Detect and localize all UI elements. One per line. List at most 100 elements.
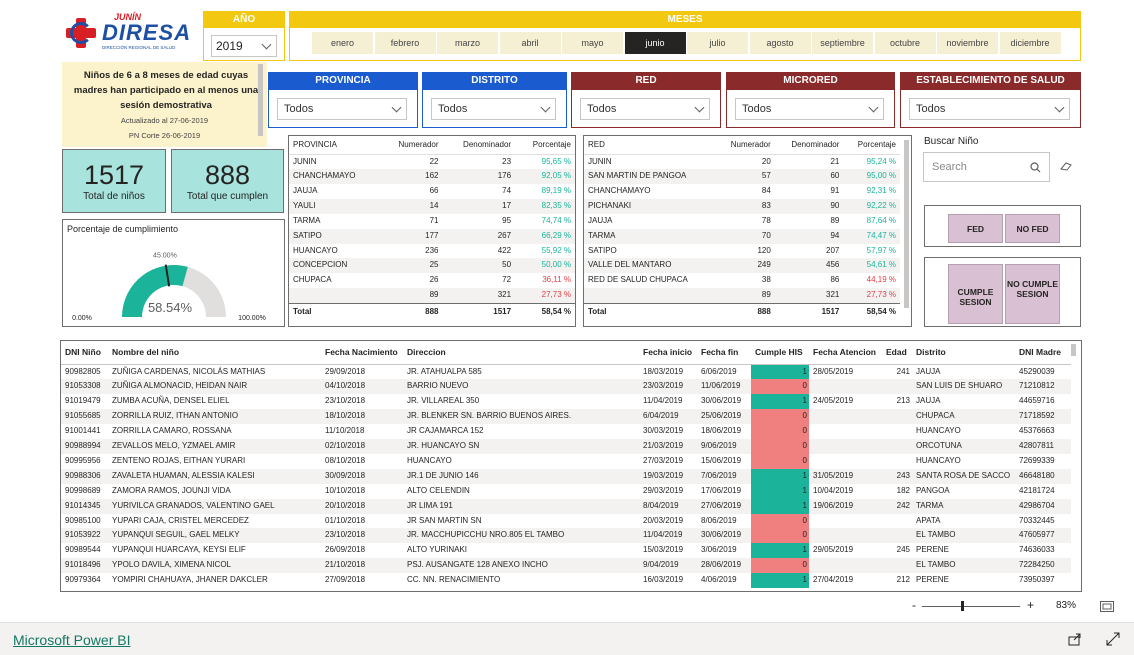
powerbi-link[interactable]: Microsoft Power BI xyxy=(13,632,130,648)
zoom-slider-track[interactable] xyxy=(922,606,1020,607)
detail-row[interactable]: 90995956 ZENTENO ROJAS, EITHAN YURARI 08/1… xyxy=(61,453,1071,469)
detail-cell: CHUPACA xyxy=(912,409,1015,425)
red-table-header-cell[interactable]: Denominador xyxy=(774,136,844,155)
red-table-row[interactable]: JAUJA 78 89 87,64 % xyxy=(584,214,900,229)
red-table-row[interactable]: SATIPO 120 207 57,97 % xyxy=(584,244,900,259)
detail-cell xyxy=(882,454,912,469)
provincia-table-cell: 66 xyxy=(429,186,439,196)
detail-row[interactable]: 91053308 ZUÑIGA ALMONACID, HEIDAN NAIR 04/… xyxy=(61,379,1071,395)
detail-row[interactable]: 90979364 YOMPIRI CHAHUAYA, JHANER DAKCLER… xyxy=(61,573,1071,589)
detail-row[interactable]: 91053922 YUPANQUI SEGUIL, GAEL MELKY 23/10… xyxy=(61,528,1071,544)
red-table-cell: 94 xyxy=(774,228,844,244)
red-dropdown[interactable]: Todos xyxy=(580,98,710,120)
provincia-table-header-cell[interactable]: PROVINCIA xyxy=(289,136,381,155)
red-table-row[interactable]: RED DE SALUD CHUPACA 38 86 44,19 % xyxy=(584,273,900,288)
month-button-octubre[interactable]: octubre xyxy=(874,32,936,54)
red-table-row[interactable]: 89 321 27,73 % xyxy=(584,288,900,304)
red-table-row[interactable]: CHANCHAMAYO 84 91 92,31 % xyxy=(584,184,900,199)
red-table-header-cell[interactable]: Numerador xyxy=(716,136,775,155)
detail-row[interactable]: 90998689 ZAMORA RAMOS, JOUNJI VIDA 10/10/2… xyxy=(61,483,1071,499)
detail-row[interactable]: 91001441 ZORRILLA CAMARO, ROSSANA 11/10/20… xyxy=(61,424,1071,440)
detail-cell: ALTO YURINAKI xyxy=(407,545,468,555)
zoom-in-button[interactable]: + xyxy=(1027,598,1034,612)
zoom-out-button[interactable]: - xyxy=(912,598,916,612)
month-button-noviembre[interactable]: noviembre xyxy=(937,32,998,54)
provincia-table-row[interactable]: HUANCAYO 236 422 55,92 % xyxy=(289,244,575,259)
month-button-diciembre[interactable]: diciembre xyxy=(999,32,1061,54)
provincia-table-header-cell[interactable]: Numerador xyxy=(380,136,443,155)
provincia-table-row[interactable]: YAULI 14 17 82,35 % xyxy=(289,199,575,214)
red-table-row[interactable]: VALLE DEL MANTARO 249 456 54,61 % xyxy=(584,258,900,274)
red-table-scrollbar[interactable] xyxy=(904,140,909,308)
detail-row[interactable]: 90988306 ZAVALETA HUAMAN, ALESSIA KALESI 3… xyxy=(61,468,1071,484)
month-button-marzo[interactable]: marzo xyxy=(437,32,498,54)
month-button-mayo[interactable]: mayo xyxy=(562,32,623,54)
share-icon[interactable] xyxy=(1068,632,1082,646)
detail-row[interactable]: 90988994 ZEVALLOS MELO, YZMAEL AMIR 02/10/… xyxy=(61,439,1071,454)
red-table-row[interactable]: PICHANAKI 83 90 92,22 % xyxy=(584,199,900,214)
month-button-febrero[interactable]: febrero xyxy=(374,32,436,54)
red-table-row[interactable]: JUNIN 20 21 95,24 % xyxy=(584,154,900,169)
provincia-table-cell: YAULI xyxy=(289,199,381,214)
month-button-agosto[interactable]: agosto xyxy=(749,32,811,54)
detail-cell: 19/06/2019 xyxy=(809,498,882,514)
month-button-julio[interactable]: julio xyxy=(687,32,748,54)
detail-header-cell[interactable]: DNI Niño xyxy=(61,341,108,365)
provincia-table-row[interactable]: CONCEPCION 25 50 50,00 % xyxy=(289,258,575,274)
cumple-sesion-button[interactable]: CUMPLE SESION xyxy=(948,264,1003,324)
info-scrollbar[interactable] xyxy=(258,64,263,136)
red-table-header-cell[interactable]: Porcentaje xyxy=(843,136,900,155)
provincia-table-row[interactable]: 89 321 27,73 % xyxy=(289,288,575,304)
red-table-row[interactable]: TARMA 70 94 74,47 % xyxy=(584,228,900,244)
chevron-down-icon xyxy=(540,102,551,113)
detail-header-cell[interactable]: Edad xyxy=(882,341,912,365)
provincia-table-row[interactable]: JUNIN 22 23 95,65 % xyxy=(289,154,575,169)
provincia-dropdown[interactable]: Todos xyxy=(277,98,407,120)
detail-header-cell[interactable]: Fecha Nacimiento xyxy=(321,341,403,365)
fullscreen-icon[interactable] xyxy=(1106,632,1120,646)
eraser-icon[interactable] xyxy=(1059,160,1073,172)
detail-header-cell[interactable]: DNI Madre xyxy=(1015,341,1071,365)
month-button-junio[interactable]: junio xyxy=(624,32,686,54)
provincia-table-header-cell[interactable]: Denominador xyxy=(442,136,516,155)
detail-header-cell[interactable]: Cumple HIS xyxy=(751,341,809,365)
detail-row[interactable]: 90985100 YUPARI CAJA, CRISTEL MERCEDEZ 01/… xyxy=(61,513,1071,529)
provincia-table-row[interactable]: SATIPO 177 267 66,29 % xyxy=(289,228,575,244)
zoom-slider-thumb[interactable] xyxy=(961,601,964,611)
provincia-table-row[interactable]: CHUPACA 26 72 36,11 % xyxy=(289,273,575,288)
detail-header-cell[interactable]: Fecha Atencion xyxy=(809,341,882,365)
no-cumple-sesion-button[interactable]: NO CUMPLE SESION xyxy=(1005,264,1060,324)
detail-header-cell[interactable]: Distrito xyxy=(912,341,1015,365)
year-dropdown[interactable]: 2019 xyxy=(211,35,277,57)
month-button-abril[interactable]: abril xyxy=(499,32,561,54)
detail-row[interactable]: 91055685 ZORRILLA RUIZ, ITHAN ANTONIO 18/1… xyxy=(61,409,1071,425)
detail-row[interactable]: 91019479 ZUMBA ACUÑA, DENSEL ELIEL 23/10/2… xyxy=(61,394,1071,410)
fed-button[interactable]: FED xyxy=(948,214,1003,243)
red-table-header-cell[interactable]: RED xyxy=(584,136,717,155)
month-button-septiembre[interactable]: septiembre xyxy=(812,32,873,54)
distrito-dropdown[interactable]: Todos xyxy=(431,98,556,120)
no-fed-button[interactable]: NO FED xyxy=(1005,214,1060,243)
red-table-row[interactable]: SAN MARTIN DE PANGOA 57 60 95,00 % xyxy=(584,169,900,185)
detail-header-cell[interactable]: Nombre del niño xyxy=(108,341,321,365)
detail-table-scrollbar[interactable] xyxy=(1071,344,1076,356)
detail-row[interactable]: 91018496 YPOLO DAVILA, XIMENA NICOL 21/10/… xyxy=(61,558,1071,574)
provincia-table-header-cell[interactable]: Porcentaje xyxy=(515,136,575,155)
search-input[interactable]: Search xyxy=(923,152,1050,182)
detail-cell: PANGOA xyxy=(916,485,950,495)
fit-page-icon[interactable] xyxy=(1100,601,1114,612)
provincia-table-row[interactable]: JAUJA 66 74 89,19 % xyxy=(289,184,575,199)
detail-row[interactable]: 90989544 YUPANQUI HUARCAYA, KEYSI ELIF 26/… xyxy=(61,543,1071,559)
detail-header-cell[interactable]: Direccion xyxy=(403,341,639,365)
provincia-table-row[interactable]: CHANCHAMAYO 162 176 92,05 % xyxy=(289,169,575,185)
detail-cell: 71210812 xyxy=(1015,379,1071,395)
month-button-enero[interactable]: enero xyxy=(312,32,373,54)
detail-row[interactable]: 91014345 YURIVILCA GRANADOS, VALENTINO GA… xyxy=(61,498,1071,514)
detail-header-cell[interactable]: Fecha inicio xyxy=(639,341,697,365)
detail-cell: JR LIMA 191 xyxy=(403,498,639,514)
detail-header-cell[interactable]: Fecha fin xyxy=(697,341,751,365)
microred-dropdown[interactable]: Todos xyxy=(735,98,884,120)
establecimiento-dropdown[interactable]: Todos xyxy=(909,98,1070,120)
provincia-table-row[interactable]: TARMA 71 95 74,74 % xyxy=(289,214,575,229)
detail-row[interactable]: 90982805 ZUÑIGA CARDENAS, NICOLÁS MATHIAS… xyxy=(61,364,1071,380)
